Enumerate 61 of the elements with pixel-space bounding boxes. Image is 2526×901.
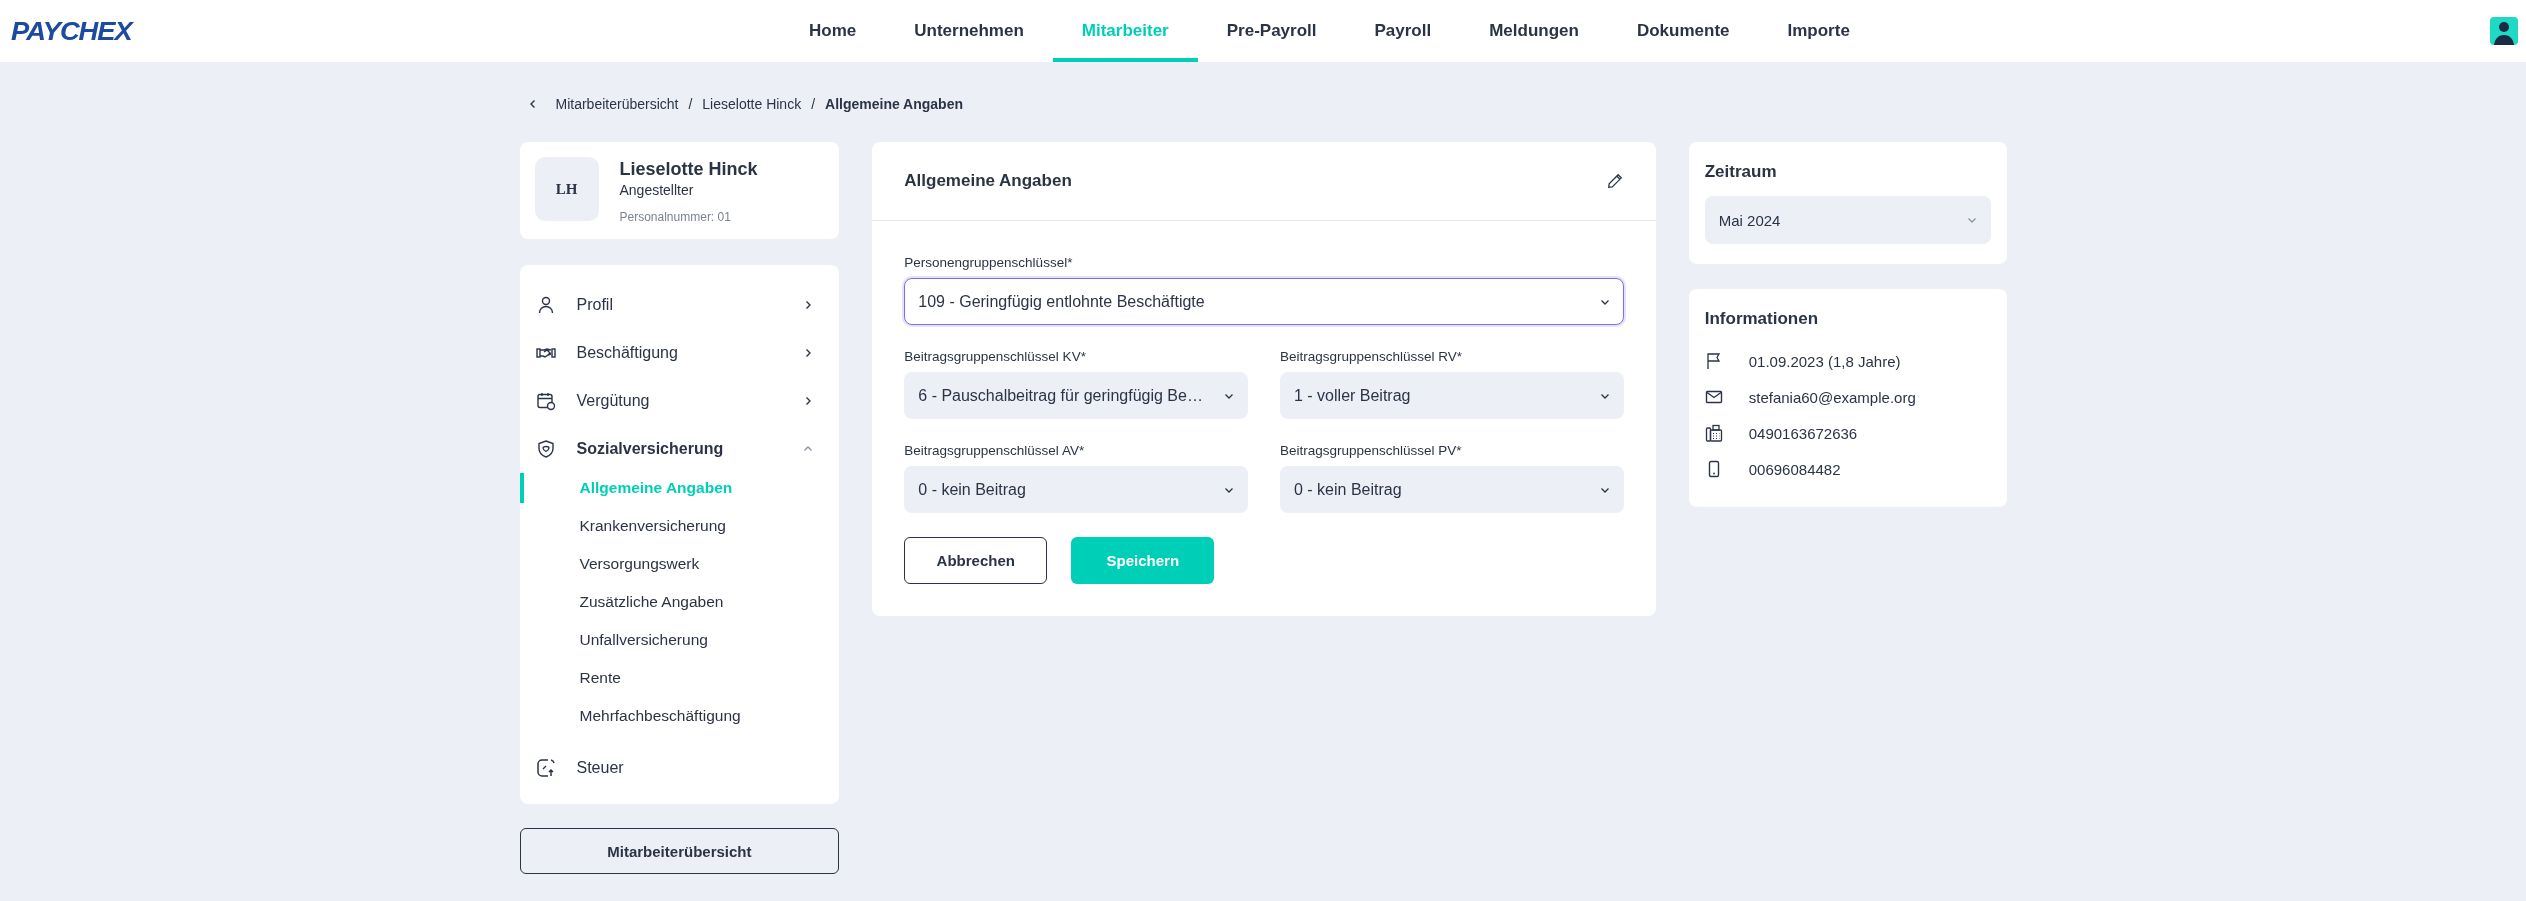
nav-tab[interactable]: Pre-Payroll bbox=[1197, 0, 1346, 62]
sidebar-item-label: Beschäftigung bbox=[576, 344, 678, 362]
select-field[interactable]: 109 - Geringfügig entlohnte Beschäftigte bbox=[904, 278, 1624, 325]
nav-tab[interactable]: Meldungen bbox=[1460, 0, 1608, 62]
select-field[interactable]: 0 - kein Beitrag bbox=[904, 466, 1248, 513]
info-text: 00696084482 bbox=[1748, 460, 1841, 478]
info-text: stefania60@example.org bbox=[1748, 388, 1916, 406]
cancel-button[interactable]: Abbrechen bbox=[904, 537, 1048, 584]
initials-avatar: LH bbox=[534, 157, 599, 221]
sidebar-item-label: Vergütung bbox=[576, 392, 650, 410]
select-field[interactable]: 1 - voller Beitrag bbox=[1280, 372, 1624, 419]
envelope-icon bbox=[1704, 388, 1723, 406]
nav-tab[interactable]: Unternehmen bbox=[885, 0, 1053, 62]
select-field[interactable]: 0 - kein Beitrag bbox=[1280, 466, 1624, 513]
paychex-logo[interactable]: PAYCHEX bbox=[11, 15, 132, 47]
employee-name: Lieselotte Hinck bbox=[619, 159, 758, 180]
sidebar-item[interactable]: Steuer bbox=[519, 744, 840, 792]
flag-icon bbox=[1704, 352, 1723, 370]
field-label: Beitragsgruppenschlüssel PV* bbox=[1280, 443, 1463, 458]
sidebar-subitem[interactable]: Rente bbox=[519, 658, 840, 698]
sidebar-subitem[interactable]: Zusätzliche Angaben bbox=[519, 582, 840, 622]
breadcrumb-link[interactable]: Lieselotte Hinck bbox=[702, 96, 802, 112]
breadcrumb-separator: / bbox=[688, 96, 693, 112]
dropdown-chevron-icon bbox=[1966, 215, 1977, 225]
nav-tab[interactable]: Importe bbox=[1758, 0, 1879, 62]
sidebar-item[interactable]: Sozialversicherung bbox=[519, 425, 840, 473]
sidebar-item-label: Steuer bbox=[576, 759, 624, 777]
field-label: Beitragsgruppenschlüssel AV* bbox=[904, 443, 1086, 458]
overview-button[interactable]: Mitarbeiterübersicht bbox=[519, 828, 840, 874]
sidebar-item[interactable]: Profil bbox=[519, 281, 840, 329]
nav-tab[interactable]: Payroll bbox=[1345, 0, 1461, 62]
edit-pencil-icon[interactable] bbox=[1605, 172, 1624, 190]
info-text: 0490163672636 bbox=[1748, 424, 1858, 442]
personnel-number: Personalnummer: 01 bbox=[619, 210, 732, 224]
select-field[interactable]: 6 - Pauschalbeitrag für geringfügig Be… bbox=[904, 372, 1248, 419]
calendar-coin-icon bbox=[535, 391, 556, 411]
sidebar-item-label: Profil bbox=[576, 296, 613, 314]
nav-tab[interactable]: Home bbox=[780, 0, 886, 62]
sidebar-item-label: Sozialversicherung bbox=[576, 440, 724, 458]
sidebar-subitem[interactable]: Krankenversicherung bbox=[519, 506, 840, 546]
sidebar-item[interactable]: Beschäftigung bbox=[519, 329, 840, 377]
field-label: Personengruppenschlüssel* bbox=[904, 255, 1074, 270]
shield-icon bbox=[535, 439, 556, 459]
sidebar-item[interactable]: Vergütung bbox=[519, 377, 840, 425]
field-label: Beitragsgruppenschlüssel RV* bbox=[1280, 349, 1464, 364]
period-select[interactable]: Mai 2024 bbox=[1704, 196, 1991, 244]
desk-phone-icon bbox=[1704, 424, 1723, 442]
form-title: Allgemeine Angaben bbox=[904, 171, 1072, 191]
sidebar-subitem[interactable]: Versorgungswerk bbox=[519, 544, 840, 584]
field-label: Beitragsgruppenschlüssel KV* bbox=[904, 349, 1087, 364]
info-title: Informationen bbox=[1704, 309, 1820, 329]
sidebar-subitem[interactable]: Mehrfachbeschäftigung bbox=[519, 696, 840, 736]
info-text: 01.09.2023 (1,8 Jahre) bbox=[1748, 352, 1901, 370]
avatar-silhouette[interactable] bbox=[2490, 17, 2518, 45]
employee-role: Angestellter bbox=[619, 182, 695, 198]
sidebar-subitem[interactable]: Unfallversicherung bbox=[519, 620, 840, 660]
breadcrumb-separator: / bbox=[811, 96, 816, 112]
tax-icon bbox=[535, 758, 556, 778]
nav-tab[interactable]: Dokumente bbox=[1607, 0, 1759, 62]
breadcrumb-link[interactable]: Mitarbeiterübersicht bbox=[555, 96, 679, 112]
period-title: Zeitraum bbox=[1704, 162, 1778, 182]
